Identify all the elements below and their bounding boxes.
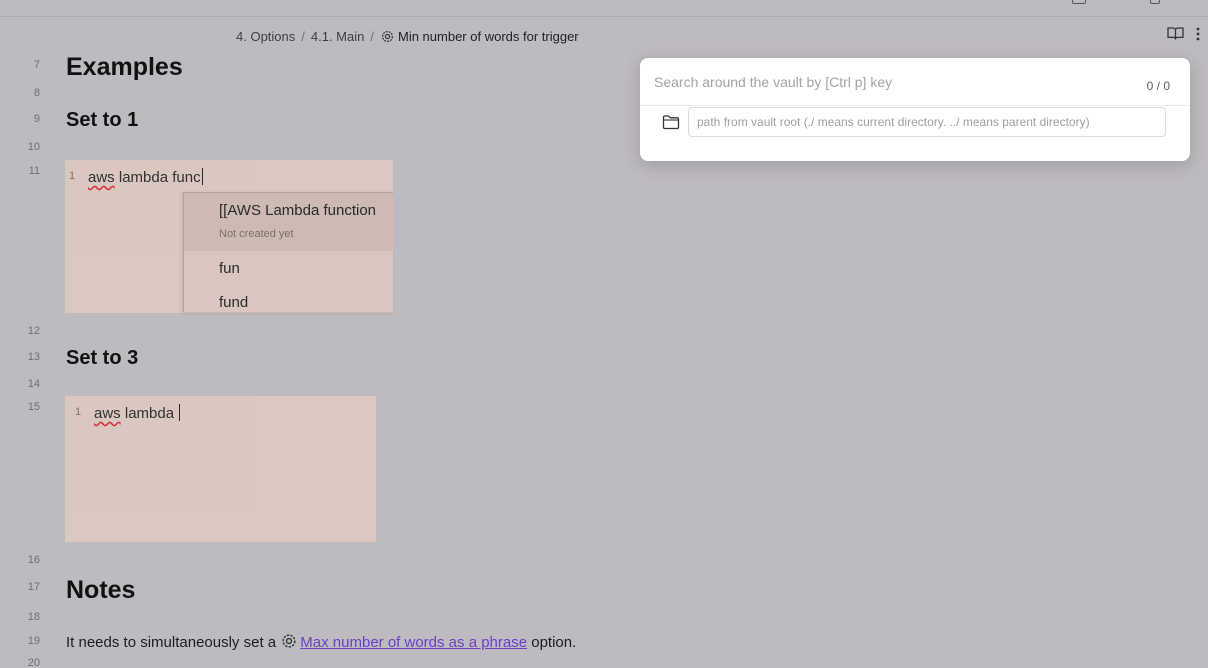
search-bar: 0 / 0 [640,58,1190,106]
suggestion-item[interactable]: fun [219,260,240,277]
code-text-rest: lambda [120,405,179,422]
gear-icon [380,29,395,44]
line-number: 16 [27,554,40,566]
line-number: 8 [33,87,40,99]
misspelled-word: aws [94,405,121,422]
more-vertical-icon[interactable] [1196,27,1200,41]
breadcrumb-separator: / [370,28,374,44]
line-number: 10 [27,141,40,153]
gear-icon [280,632,298,650]
text-caret [179,404,181,421]
result-count: 0 / 0 [1146,79,1170,93]
breadcrumb-item-main[interactable]: 4.1. Main [311,29,364,44]
notes-text-before: It needs to simultaneously set a [66,634,281,651]
book-open-icon[interactable] [1167,26,1184,41]
text-caret [201,168,203,185]
search-modal: 0 / 0 [640,58,1190,161]
line-number: 13 [27,351,40,363]
line-number: 17 [27,581,40,593]
line-number: 14 [27,378,40,390]
line-number: 7 [33,59,40,71]
line-number: 12 [27,325,40,337]
code-line-number: 1 [75,406,82,418]
title-bar [0,0,1208,17]
window-icon[interactable] [1150,0,1160,4]
suggestion-item[interactable]: fund [219,294,248,311]
line-number: 11 [28,165,40,177]
line-number: 20 [27,657,40,668]
code-block-example-2[interactable]: 1 aws lambda [65,396,376,542]
folder-icon [662,114,680,130]
suggestion-item[interactable]: [[AWS Lambda function [219,202,376,219]
view-actions [1167,26,1200,41]
breadcrumb-separator: / [301,28,305,44]
suggestion-sublabel: Not created yet [219,228,294,240]
misspelled-word: aws [88,169,115,186]
code-input-text[interactable]: aws lambda [94,404,181,422]
line-number: 15 [27,401,40,413]
suggestion-popup: [[AWS Lambda function Not created yet fu… [183,192,394,312]
heading-set-to-3: Set to 3 [66,347,139,369]
line-number: 19 [27,635,40,647]
code-input-text[interactable]: aws lambda func [88,168,203,186]
notes-text-after: option. [527,634,577,651]
internal-link[interactable]: Max number of words as a phrase [300,634,527,651]
heading-examples: Examples [66,53,183,81]
heading-set-to-1: Set to 1 [66,109,139,131]
notes-paragraph: It needs to simultaneously set a Max num… [66,632,576,651]
layout-icon[interactable] [1072,0,1086,4]
search-input[interactable] [654,70,1114,94]
breadcrumb: 4. Options / 4.1. Main / Min number of w… [236,27,579,45]
path-filter-input[interactable] [688,107,1166,137]
breadcrumb-item-options[interactable]: 4. Options [236,29,295,44]
breadcrumb-current: Min number of words for trigger [398,28,579,44]
line-number: 18 [27,611,40,623]
heading-notes: Notes [66,576,136,604]
code-text-rest: lambda func [114,169,201,186]
code-line-number: 1 [69,170,76,182]
line-number: 9 [33,113,40,125]
